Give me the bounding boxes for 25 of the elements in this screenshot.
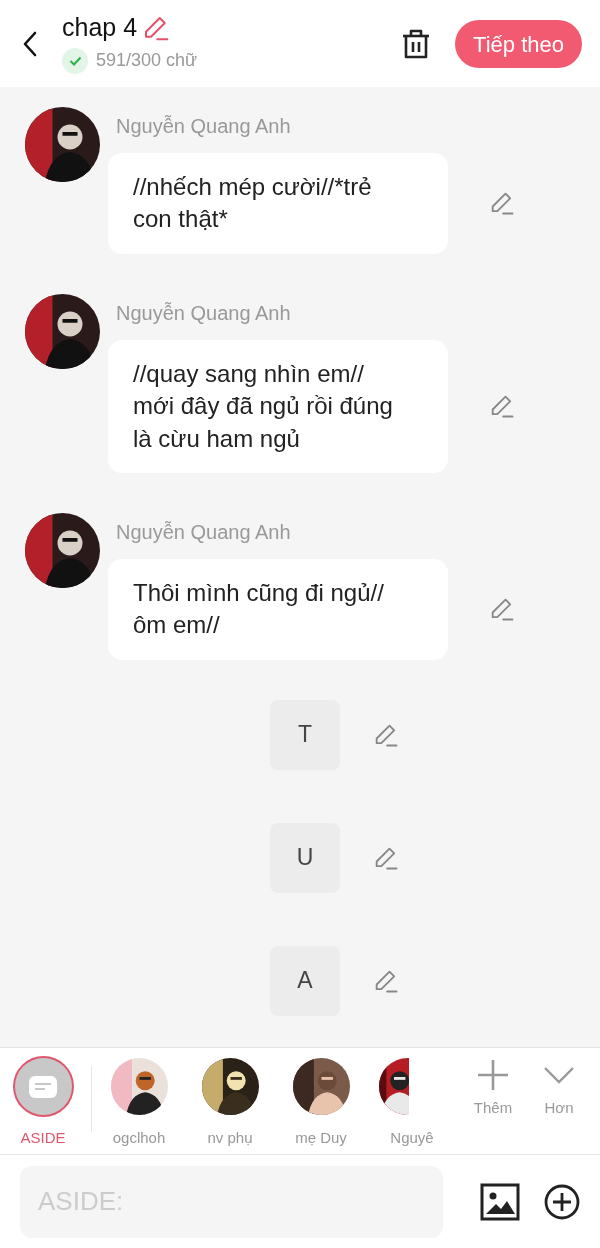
speaker-name: Nguyễn Quang Anh [116,519,292,545]
aside-bubble: A [270,945,340,1016]
aside-bubble: U [270,822,340,893]
add-circle-icon[interactable] [544,1183,580,1220]
character-item[interactable]: Nguyê [369,1058,455,1150]
more-button[interactable]: Hơn [526,1058,592,1120]
chapter-title: chap 4 [62,14,138,42]
back-button[interactable] [22,29,38,58]
trash-icon[interactable] [401,27,432,60]
character-item[interactable]: mẹ Duy [278,1058,364,1150]
character-item[interactable]: ASIDE [0,1058,86,1150]
message-bubble: //nhếch mép cười//*trẻ con thật* [108,153,448,254]
speaker-name: Nguyễn Quang Anh [116,114,292,139]
speaker-name: Nguyễn Quang Anh [116,300,292,326]
character-item[interactable]: nv phụ [187,1058,273,1150]
word-count: 591/300 chữ [96,49,198,72]
aside-bubble: T [270,699,340,770]
image-icon[interactable] [480,1182,520,1221]
plus-icon [476,1058,510,1092]
add-button[interactable]: Thêm [460,1058,526,1120]
message-bubble: //quay sang nhìn em// mới đây đã ngủ rồi đúng là cừu ham ngủ [108,339,448,473]
character-item[interactable]: ogclhoh [96,1058,182,1150]
next-button[interactable]: Tiếp theo [455,19,582,68]
note-icon [29,1075,57,1098]
message-bubble: Thôi mình cũng đi ngủ// ôm em// [108,558,448,660]
